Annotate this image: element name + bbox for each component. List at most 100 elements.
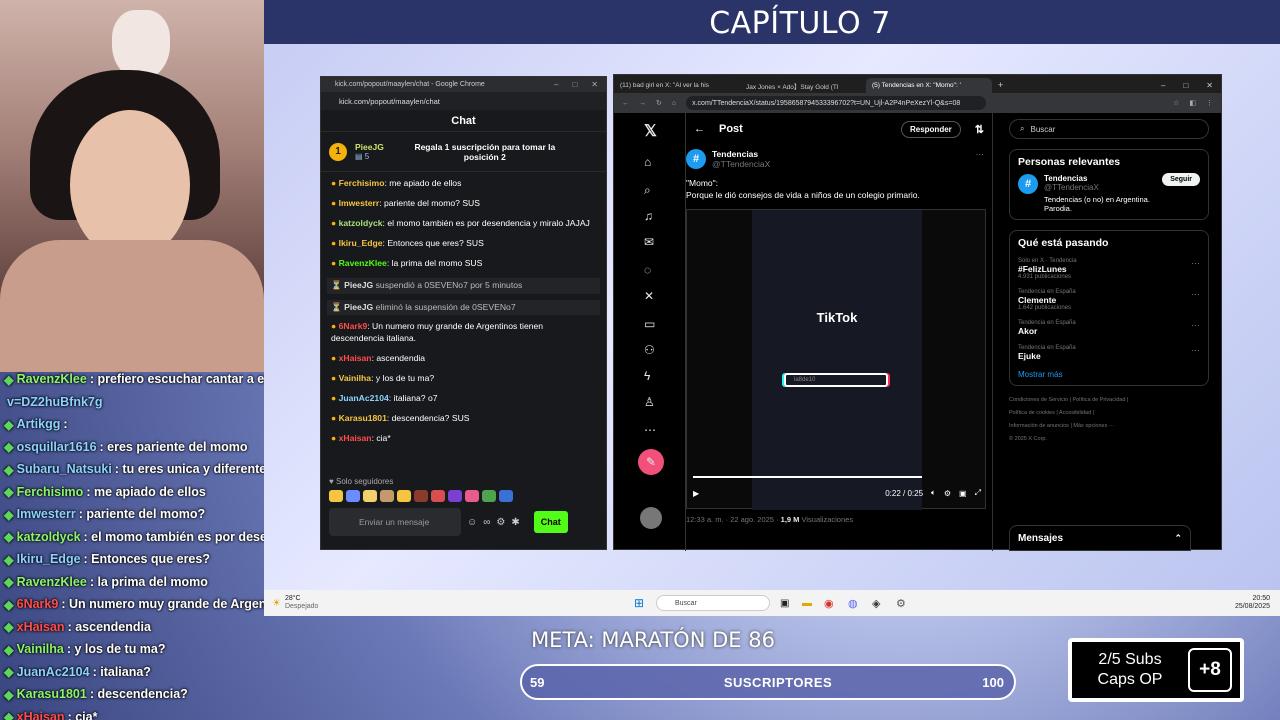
filter-icon[interactable]: ⇅ [975,123,984,136]
pinned-gift-banner[interactable]: 1 PieeJG ▤ 5 Regala 1 suscripción para t… [321,132,606,172]
trend-item[interactable]: Solo en X · Tendencia #FelizLunes 4.931 pu… [1018,258,1200,280]
reply-button[interactable]: Responder [900,120,961,138]
address-bar[interactable]: x.com/TTendenciaX/status/195865879453339… [686,96,987,110]
app-icon[interactable]: ◈ [872,597,880,610]
avatar[interactable]: # [1018,174,1038,194]
chat-username[interactable]: PieeJG [344,280,373,290]
trend-item[interactable]: Tendencia en España Clemente 1.642 publica… [1018,289,1200,311]
account-name[interactable]: Tendencias [712,149,770,159]
app-icon[interactable]: ◍ [848,597,858,610]
maximize-icon[interactable]: □ [1183,81,1188,90]
clock[interactable]: 20:50 25/08/2025 [1235,595,1270,611]
chat-username[interactable]: Karasu1801 [339,413,387,423]
bot-icon[interactable]: ✱ [511,517,519,528]
x-premium-icon[interactable]: ✕ [644,289,654,303]
gear-icon[interactable]: ⚙ [496,517,505,528]
pip-icon[interactable]: ▣ [959,489,967,498]
chat-username[interactable]: Ikiru_Edge [339,238,383,248]
reload-icon[interactable]: ↻ [656,99,662,107]
trend-count: 1.642 publicaciones [1018,305,1072,311]
avatar[interactable]: # [686,149,706,169]
browser-tab[interactable]: Jax Jones × Ado】Stay Gold (Tl [740,78,866,93]
follow-button[interactable]: Seguir [1162,173,1200,186]
settings-icon[interactable]: ⚙ [944,489,951,498]
chat-username[interactable]: Vainilha [339,373,371,383]
address-bar[interactable]: kick.com/popout/maaylen/chat [321,92,606,110]
message-input[interactable]: Enviar un mensaje [329,508,461,536]
chat-username[interactable]: JuanAc2104 [339,393,389,403]
send-chat-button[interactable]: Chat [533,511,568,533]
volume-icon[interactable]: 🔈︎ [931,488,936,498]
extensions-icon[interactable]: ◧ [1189,99,1196,107]
account-handle[interactable]: @TTendenciaX [712,159,770,169]
browser-tab-active[interactable]: (5) Tendencias en X: "Momo": ' [866,78,992,93]
more-icon[interactable]: ⋯ [1191,320,1200,331]
file-explorer-icon[interactable]: ▬ [802,598,812,609]
stream-chat-line: ◆ Ikiru_Edge: Entonces que eres? [0,548,264,571]
chat-username[interactable]: xHaisan [339,353,372,363]
infinity-icon[interactable]: ∞ [483,517,490,528]
legal-links[interactable]: Condiciones de Servicio | Política de Pr… [1009,394,1209,446]
more-icon[interactable]: ⋯ [644,423,656,437]
more-icon[interactable]: ⋯ [1191,289,1200,300]
settings-icon[interactable]: ⚙ [896,597,906,610]
chat-username[interactable]: 6Nark9 [339,321,368,331]
expand-icon[interactable]: ⌃ [1174,533,1190,544]
weather-widget[interactable]: ☀ 28°C Despejado [264,595,318,611]
home-icon[interactable]: ⌂ [672,100,676,107]
play-icon[interactable]: ▶ [693,489,699,498]
chat-username: Vainilha [16,642,64,657]
chat-username[interactable]: xHaisan [339,433,372,443]
mail-icon[interactable]: ✉ [644,235,654,249]
stream-chat-overlay: ◆ RavenzKlee: prefiero escuchar cantar a … [0,368,264,720]
start-icon[interactable]: ⊞ [634,596,644,610]
trend-item[interactable]: Tendencia en España Ejuke ⋯ [1018,345,1200,361]
avatar[interactable] [640,507,662,529]
chrome-icon[interactable]: ◉ [824,597,834,610]
bookmark-icon[interactable]: ▭ [644,317,655,331]
profile-icon[interactable]: ♙ [644,395,655,409]
communities-icon[interactable]: ⚇ [644,343,655,357]
chat-username[interactable]: Ferchisimo [339,178,385,188]
minimize-icon[interactable]: – [554,80,558,89]
task-view-icon[interactable]: ▣ [780,598,789,609]
home-icon[interactable]: ⌂ [644,155,651,169]
search-input[interactable]: ⌕ Buscar [1009,119,1209,139]
account-bio: Tendencias (o no) en Argentina. Parodia. [1044,195,1150,213]
forward-icon[interactable]: → [639,100,646,107]
chat-username[interactable]: RavenzKlee [339,258,387,268]
video-player[interactable]: TikTok la8de10 ▶ 0:22 / 0:25 🔈︎ ⚙ ▣ ⤢ [686,209,986,510]
star-icon[interactable]: ☆ [1173,99,1179,107]
gift-sub-prompt[interactable]: Regala 1 suscripción para tomar la posic… [410,142,560,162]
taskbar-search[interactable]: Buscar [656,595,770,611]
search-icon[interactable]: ⌕ [644,183,651,198]
x-logo-icon[interactable]: 𝕏 [644,121,657,141]
chat-username[interactable]: Imwesterr [339,198,380,208]
lightning-icon[interactable]: ϟ [644,369,650,383]
show-more-link[interactable]: Mostrar más [1018,370,1200,379]
emoji-icon[interactable]: ☺ [467,517,477,528]
maximize-icon[interactable]: □ [572,80,577,89]
more-icon[interactable]: ⋯ [976,149,993,169]
close-icon[interactable]: ✕ [591,80,598,89]
chat-username[interactable]: PieeJG [344,302,373,312]
back-icon[interactable]: ← [622,100,629,107]
browser-tab[interactable]: (11) bad girl en X: "Al ver la his [614,78,740,93]
grok-icon[interactable]: ◌ [644,263,651,277]
post-button[interactable]: ✎ [638,449,664,475]
minimize-icon[interactable]: – [1161,81,1165,90]
fullscreen-icon[interactable]: ⤢ [975,488,981,498]
followers-only-notice: Solo seguidores [335,477,394,486]
more-icon[interactable]: ⋯ [1191,258,1200,269]
bell-icon[interactable]: ♫ [644,209,653,223]
trend-item[interactable]: Tendencia en España Akor ⋯ [1018,320,1200,336]
close-icon[interactable]: ✕ [1206,81,1213,90]
menu-icon[interactable]: ⋮ [1206,99,1221,107]
back-arrow-icon[interactable]: ← [694,123,705,135]
chat-username[interactable]: katzoldyck [339,218,383,228]
chat-header: Chat [321,110,606,132]
messages-drawer[interactable]: Mensajes ⌃ [1009,525,1191,551]
new-tab-icon[interactable]: + [992,80,1009,93]
more-icon[interactable]: ⋯ [1191,345,1200,356]
emote-row[interactable] [329,490,600,502]
